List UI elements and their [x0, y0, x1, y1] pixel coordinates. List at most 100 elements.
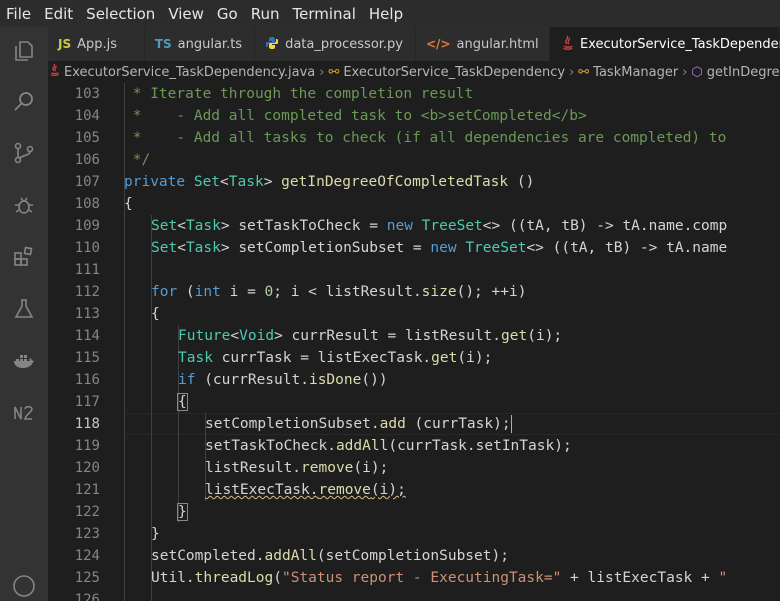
code-text: ; i < listResult. [273, 284, 422, 300]
matched-bracket: } [177, 503, 188, 521]
keyword: if [178, 372, 196, 388]
type-name: Set [151, 240, 178, 256]
code-text: (); ++i) [456, 284, 527, 300]
typescript-icon: TS [154, 37, 172, 51]
method-name: add [379, 416, 406, 432]
line-number: 107 [74, 174, 100, 190]
code-text: (i); [527, 328, 563, 344]
tab-angular-ts[interactable]: TS angular.ts [144, 27, 256, 61]
search-icon[interactable] [12, 89, 36, 113]
line-number-gutter: 103 104 105 106 107 108 109 110 111 112 … [48, 83, 100, 601]
line-number: 108 [74, 196, 100, 212]
line-number: 120 [74, 460, 100, 476]
account-icon[interactable] [10, 572, 38, 600]
extensions-icon[interactable] [12, 245, 36, 269]
line-number-current: 118 [74, 416, 100, 432]
code-line-118: setCompletionSubset.add (currTask); [205, 413, 512, 435]
notebook-icon[interactable] [12, 401, 36, 425]
code-text: listResult. [205, 460, 302, 476]
code-line-116: if (currResult.isDone()) [178, 369, 388, 391]
code-line-123: } [151, 526, 160, 542]
code-line-113: { [151, 306, 160, 322]
breadcrumb: ExecutorService_TaskDependency.java › ⚯ … [48, 61, 780, 83]
testing-flask-icon[interactable] [12, 297, 36, 321]
keyword: for [151, 284, 178, 300]
menu-run[interactable]: Run [245, 5, 287, 23]
code-line-117: { [177, 391, 188, 413]
line-number: 109 [74, 218, 100, 234]
menu-view[interactable]: View [162, 5, 211, 23]
code-text: + listExecTask + [561, 570, 719, 586]
method-name: get [501, 328, 528, 344]
code-editor[interactable]: 103 104 105 106 107 108 109 110 111 112 … [48, 83, 780, 601]
run-debug-icon[interactable] [12, 193, 36, 217]
code-line-107: private Set<Task> getInDegreeOfCompleted… [124, 171, 534, 193]
tab-app-js[interactable]: JS App.js [48, 27, 145, 61]
code-line-112: for (int i = 0; i < listResult.size(); +… [151, 281, 526, 303]
tab-executor-service-java[interactable]: ExecutorService_TaskDependency.java [550, 27, 780, 61]
code-text: < [230, 328, 240, 344]
breadcrumb-class[interactable]: ExecutorService_TaskDependency [343, 65, 565, 80]
code-line-114: Future<Void> currResult = listResult.get… [178, 325, 562, 347]
code-line-110: Set<Task> setCompletionSubset = new Tree… [151, 237, 727, 259]
menu-edit[interactable]: Edit [38, 5, 80, 23]
type-name: Task [228, 174, 264, 190]
menu-go[interactable]: Go [211, 5, 245, 23]
code-text: < [220, 174, 229, 190]
method-icon: ⬡ [691, 64, 703, 80]
tab-label: App.js [77, 36, 118, 52]
type-name: Task [185, 240, 221, 256]
number-literal: 0 [264, 284, 274, 300]
menu-help[interactable]: Help [363, 5, 410, 23]
code-text: < [177, 240, 186, 256]
code-text-warning: listExecTask. [205, 482, 319, 498]
code-line-120: listResult.remove(i); [205, 457, 388, 479]
method-name: addAll [264, 548, 317, 564]
text-cursor [510, 415, 512, 433]
tab-data-processor-py[interactable]: data_processor.py [255, 27, 416, 61]
tab-label: angular.ts [177, 36, 243, 52]
menu-terminal[interactable]: Terminal [287, 5, 363, 23]
chevron-right-icon: › [319, 64, 325, 80]
code-line-125: Util.threadLog("Status report - Executin… [151, 567, 727, 589]
source-control-icon[interactable] [12, 141, 36, 165]
code-area[interactable]: * Iterate through the completion result … [124, 83, 780, 601]
line-number: 105 [74, 130, 100, 146]
editor-tabs: JS App.js TS angular.ts data_processor.p… [48, 27, 780, 61]
tab-angular-html[interactable]: </> angular.html [416, 27, 550, 61]
html-icon: </> [426, 37, 451, 51]
keyword: new [430, 240, 457, 256]
code-text: > [263, 174, 282, 190]
code-text: (setCompletionSubset); [316, 548, 509, 564]
type-name: Task [178, 350, 213, 366]
tab-label: data_processor.py [285, 36, 403, 52]
line-number: 110 [74, 240, 100, 256]
type-name: Task [185, 218, 221, 234]
java-file-icon [48, 63, 60, 81]
menu-bar: File Edit Selection View Go Run Terminal… [0, 0, 780, 27]
line-number: 116 [74, 372, 100, 388]
line-number: 113 [74, 306, 100, 322]
code-text: < [177, 218, 186, 234]
activity-bar [0, 27, 48, 601]
javascript-icon: JS [58, 37, 72, 51]
explorer-icon[interactable] [12, 39, 36, 63]
breadcrumb-inner-class[interactable]: TaskManager [593, 65, 678, 80]
method-name: threadLog [194, 570, 274, 586]
code-text: > currResult = listResult. [274, 328, 502, 344]
docker-icon[interactable] [12, 349, 36, 373]
menu-selection[interactable]: Selection [80, 5, 162, 23]
menu-file[interactable]: File [0, 5, 38, 23]
string-literal: " [718, 570, 728, 586]
breadcrumb-file[interactable]: ExecutorService_TaskDependency.java [64, 65, 315, 80]
breadcrumb-method[interactable]: getInDegreeOfCompletedTask [707, 65, 780, 80]
matched-bracket: { [177, 393, 188, 411]
line-number: 119 [74, 438, 100, 454]
type-name: TreeSet [421, 218, 483, 234]
type-name: Set [193, 174, 221, 190]
code-text: (currTask.setInTask); [388, 438, 572, 454]
keyword: new [386, 218, 413, 234]
code-text: Util. [151, 570, 195, 586]
tab-label: angular.html [456, 36, 539, 52]
